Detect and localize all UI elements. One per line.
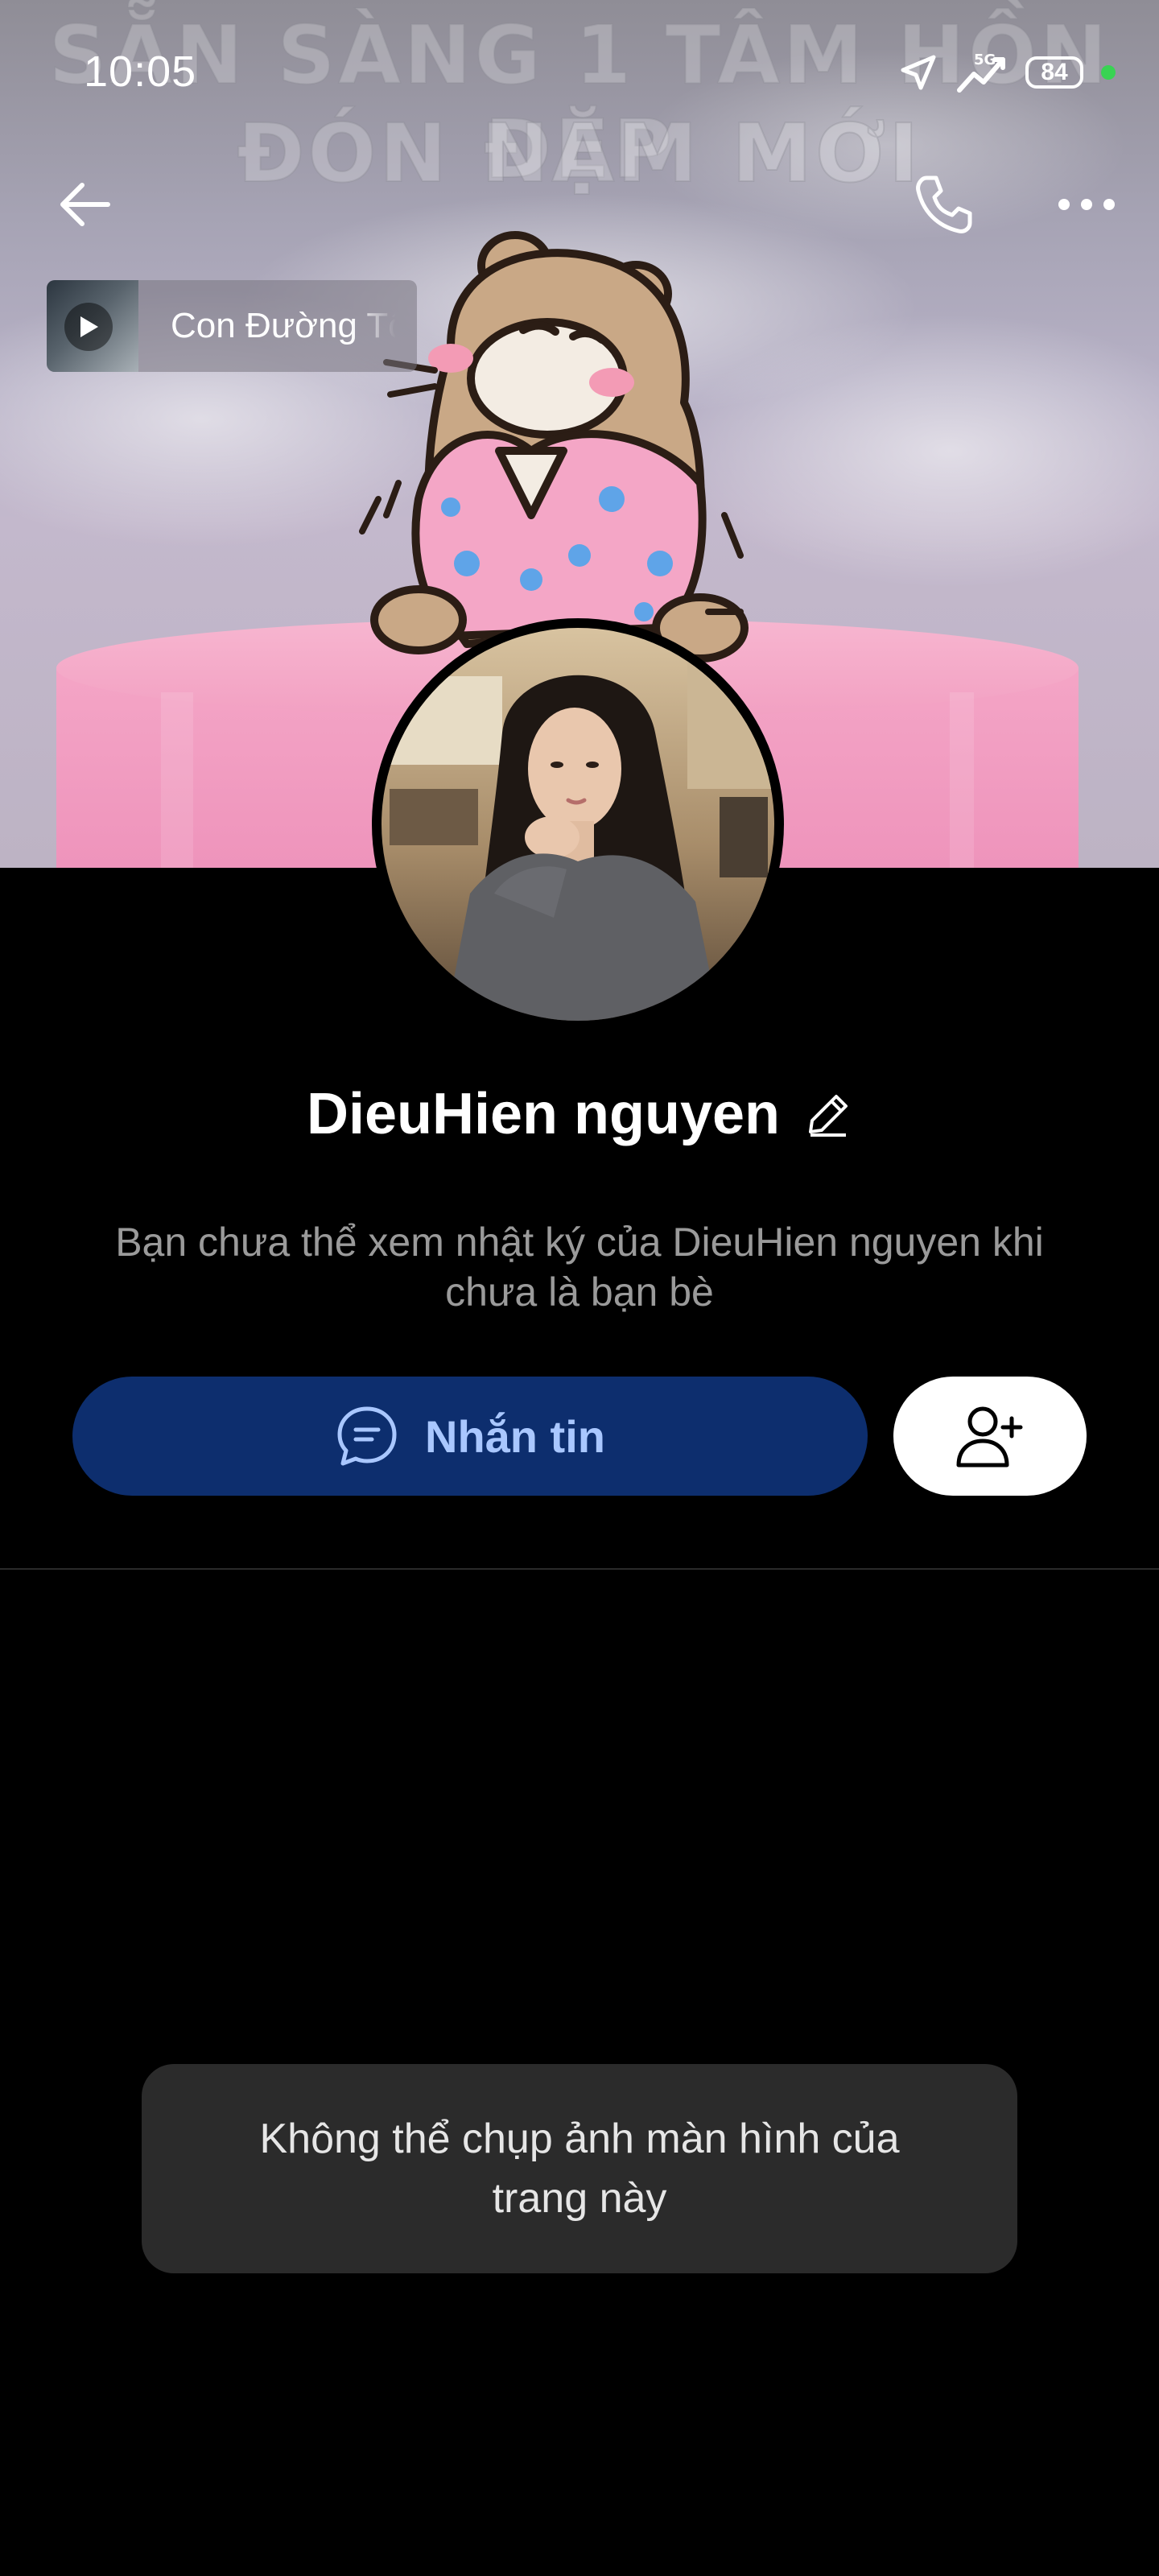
- profile-name-row: DieuHien nguyen: [0, 1075, 1159, 1153]
- status-time: 10:05: [84, 47, 197, 96]
- status-icons: 5G 84: [898, 50, 1116, 95]
- profile-screen: SẴN SÀNG 1 TÂM HỒN ĐẸP ĐÓN NĂM MỚI 10:05…: [0, 0, 1159, 2576]
- navigation-icon: [901, 55, 936, 90]
- play-icon[interactable]: [64, 303, 113, 351]
- music-title: Con Đường Tôi: [171, 306, 396, 345]
- phone-icon: [916, 175, 972, 233]
- edit-name-button[interactable]: [804, 1090, 852, 1138]
- pencil-icon: [809, 1095, 848, 1137]
- battery-icon: 84: [1025, 56, 1083, 89]
- avatar-photo: [382, 628, 774, 1021]
- signal-5g-icon: 5G: [957, 52, 1005, 93]
- section-divider: [0, 1568, 1159, 1570]
- call-button[interactable]: [905, 166, 982, 243]
- back-arrow-icon: [60, 183, 110, 226]
- add-friend-icon: [956, 1406, 1023, 1468]
- profile-avatar[interactable]: [372, 618, 784, 1030]
- active-dot-icon: [1101, 65, 1116, 80]
- more-options-button[interactable]: [1048, 166, 1125, 243]
- chat-bubble-icon: [337, 1406, 397, 1466]
- back-button[interactable]: [47, 166, 124, 243]
- toast-message: Không thể chụp ảnh màn hình của trang nà…: [259, 2116, 900, 2222]
- diary-restricted-notice: Bạn chưa thể xem nhật ký của DieuHien ng…: [115, 1220, 1044, 1315]
- message-button-label: Nhắn tin: [425, 1410, 605, 1462]
- message-button[interactable]: Nhắn tin: [72, 1377, 868, 1496]
- music-thumbnail: [47, 280, 138, 372]
- screenshot-blocked-toast: Không thể chụp ảnh màn hình của trang nà…: [142, 2064, 1017, 2273]
- status-bar: 10:05 5G 84: [0, 0, 1159, 145]
- add-friend-button[interactable]: [893, 1377, 1087, 1496]
- more-icon: [1058, 199, 1115, 210]
- profile-name: DieuHien nguyen: [306, 1082, 781, 1146]
- profile-music-chip[interactable]: Con Đường Tôi: [47, 280, 417, 372]
